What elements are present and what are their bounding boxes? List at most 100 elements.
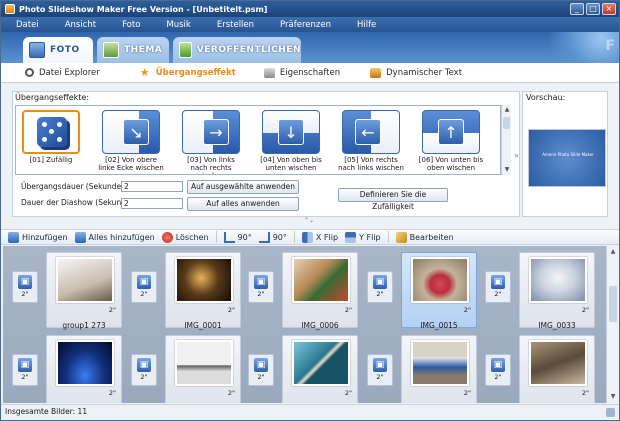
transition-slot[interactable]: ▣ 2": [367, 354, 393, 386]
scroll-up-icon[interactable]: ▲: [503, 106, 511, 114]
effect-label: [02] Von obere linke Ecke wischen: [98, 156, 164, 172]
menu-bar: Datei Ansicht Foto Musik Erstellen Präfe…: [1, 17, 619, 32]
menu-hilfe[interactable]: Hilfe: [342, 20, 387, 30]
subtab-datei-explorer[interactable]: Datei Explorer: [25, 68, 100, 78]
transition-duration: 2": [257, 290, 265, 298]
arrow-left-icon: ←: [355, 119, 381, 145]
edit-icon: [395, 231, 407, 243]
transition-duration: 2": [494, 373, 502, 381]
photo-thumbnail: [411, 257, 469, 303]
transition-slot[interactable]: ▣ 2": [367, 271, 393, 303]
arrow-right-icon: →: [203, 119, 229, 145]
photo-card[interactable]: 2": [282, 252, 358, 328]
scroll-down-icon[interactable]: ▼: [609, 393, 617, 401]
transition-slot[interactable]: ▣ 2": [248, 271, 274, 303]
photo-card[interactable]: 2": [165, 335, 241, 403]
transition-slot[interactable]: ▣ 2": [485, 271, 511, 303]
transition-duration-input[interactable]: 2: [121, 181, 183, 192]
transition-icon: ▣: [491, 275, 505, 289]
photo-card[interactable]: 2": [165, 252, 241, 328]
transition-duration: 2": [140, 290, 148, 298]
delete-button[interactable]: Löschen: [161, 231, 209, 243]
maximize-button[interactable]: □: [586, 3, 600, 15]
transition-slot[interactable]: ▣ 2": [248, 354, 274, 386]
theme-tab-icon: [103, 42, 119, 58]
subtab-dynamischer-text[interactable]: Dynamischer Text: [370, 67, 462, 78]
effect-right-to-left[interactable]: ← [05] Von rechts nach links wischen: [338, 108, 404, 174]
tab-veroeffentlichen[interactable]: VERÖFFENTLICHEN: [173, 37, 301, 63]
scroll-thumb[interactable]: [503, 117, 510, 129]
xflip-button[interactable]: X Flip: [301, 231, 339, 243]
transition-duration: 2": [21, 373, 29, 381]
minimize-button[interactable]: _: [570, 3, 584, 15]
transition-slot[interactable]: ▣ 2": [131, 271, 157, 303]
total-images-count: Insgesamte Bilder: 11: [5, 407, 88, 416]
photo-card[interactable]: 2": [282, 335, 358, 403]
effect-bottom-to-top[interactable]: ↑ [06] Von unten bis oben wischen: [418, 108, 484, 174]
menu-ansicht[interactable]: Ansicht: [50, 20, 107, 30]
properties-icon: [263, 67, 275, 78]
photo-thumbnail: [56, 340, 114, 386]
close-button[interactable]: ×: [602, 3, 616, 15]
transition-slot[interactable]: ▣ 2": [485, 354, 511, 386]
subtab-uebergangseffekt[interactable]: ★ Übergangseffekt: [140, 67, 236, 78]
effect-thumbnail: [22, 110, 80, 154]
effect-random[interactable]: [01] Zufällig: [18, 108, 84, 174]
photo-duration: 2": [581, 389, 589, 397]
effect-diagonal-wipe[interactable]: ↘ [02] Von obere linke Ecke wischen: [98, 108, 164, 174]
transition-slot[interactable]: ▣ 2": [12, 354, 38, 386]
edit-button[interactable]: Bearbeiten: [395, 231, 454, 243]
effects-scrollbar[interactable]: ▲ ▼: [501, 105, 511, 175]
subtab-eigenschaften[interactable]: Eigenschaften: [263, 67, 340, 78]
rotate-left-label: 90°: [237, 232, 252, 242]
storyboard-toolbar: Hinzufügen Alles hinzufügen Löschen 90° …: [1, 229, 619, 245]
xflip-label: X Flip: [315, 232, 339, 242]
apply-all-button[interactable]: Auf alles anwenden: [187, 197, 299, 211]
preview-image: Amenir Photo Slide Maker: [528, 129, 606, 187]
transition-slot[interactable]: ▣ 2": [12, 271, 38, 303]
splitter-handle-icon[interactable]: ⌃⌄: [299, 217, 319, 225]
add-all-button[interactable]: Alles hinzufügen: [74, 231, 155, 243]
apply-selected-button[interactable]: Auf ausgewählte anwenden: [187, 180, 299, 194]
toolbar-separator: [293, 231, 295, 243]
photo-card[interactable]: 2": [401, 335, 477, 403]
photo-card[interactable]: 2": [519, 335, 595, 403]
storyboard-scrollbar[interactable]: ▲ ▼: [606, 246, 618, 403]
add-button[interactable]: Hinzufügen: [8, 231, 68, 243]
yflip-button[interactable]: Y Flip: [345, 231, 381, 243]
resize-grip-icon[interactable]: [606, 408, 615, 417]
menu-musik[interactable]: Musik: [151, 20, 201, 30]
transition-icon: ▣: [137, 358, 151, 372]
yflip-icon: [345, 231, 357, 243]
scroll-thumb[interactable]: [609, 286, 617, 322]
menu-praeferenzen[interactable]: Präferenzen: [265, 20, 342, 30]
photo-card[interactable]: 2": [46, 335, 122, 403]
photo-card[interactable]: 2": [46, 252, 122, 328]
menu-foto[interactable]: Foto: [107, 20, 151, 30]
menu-datei[interactable]: Datei: [1, 20, 50, 30]
panel-resize-icon[interactable]: »: [514, 151, 519, 160]
rotate-right-button[interactable]: 90°: [258, 231, 287, 243]
rotate-left-button[interactable]: 90°: [223, 231, 252, 243]
transition-slot[interactable]: ▣ 2": [131, 354, 157, 386]
photo-duration: 2": [108, 389, 116, 397]
scroll-up-icon[interactable]: ▲: [609, 248, 617, 256]
tab-thema[interactable]: THEMA: [97, 37, 169, 63]
photo-card-selected[interactable]: 2": [401, 252, 477, 328]
slide-duration-input[interactable]: 2: [121, 198, 183, 209]
tab-foto[interactable]: FOTO: [23, 37, 93, 63]
toolbar-separator: [215, 231, 217, 243]
effect-top-to-bottom[interactable]: ↓ [04] Von oben bis unten wischen: [258, 108, 324, 174]
effect-label: [04] Von oben bis unten wischen: [260, 156, 322, 172]
effects-gallery: [01] Zufällig ↘ [02] Von obere linke Eck…: [15, 105, 501, 175]
magnifier-icon: [25, 68, 34, 77]
define-random-button[interactable]: Definieren Sie die Zufälligkeit: [338, 188, 448, 211]
transition-duration-label: Übergangsdauer (Sekunden):: [21, 182, 132, 191]
scroll-down-icon[interactable]: ▼: [503, 166, 511, 174]
photo-card[interactable]: 2": [519, 252, 595, 328]
menu-erstellen[interactable]: Erstellen: [202, 20, 265, 30]
photo-duration: 2": [581, 306, 589, 314]
title-bar[interactable]: Photo Slideshow Maker Free Version - [Un…: [1, 1, 619, 17]
preview-caption: Amenir Photo Slide Maker: [542, 152, 594, 157]
effect-left-to-right[interactable]: → [03] Von links nach rechts wischen: [178, 108, 244, 174]
